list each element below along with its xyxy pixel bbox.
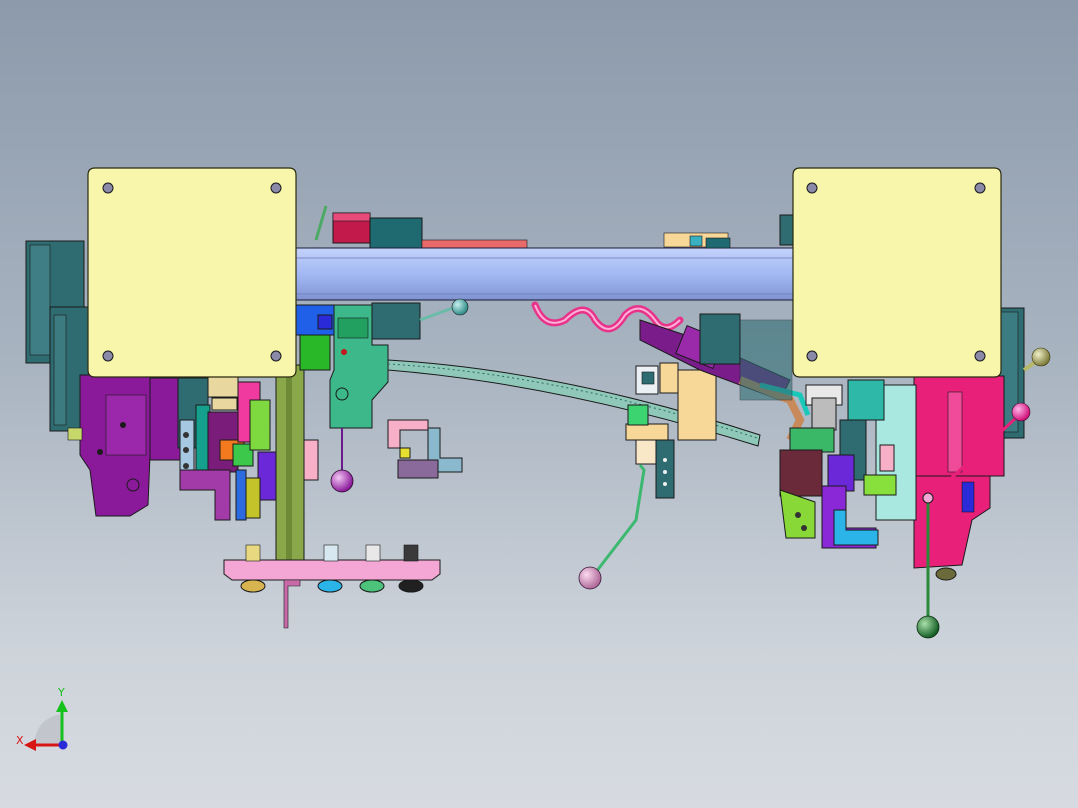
right-mounting-plate[interactable] xyxy=(792,167,1002,378)
pink-ball-handle xyxy=(578,566,602,590)
green-ball-handle xyxy=(916,615,940,639)
cad-viewport[interactable]: Y X xyxy=(0,0,1078,808)
purple-ball-handle xyxy=(330,469,354,493)
z-axis-dot xyxy=(58,740,68,750)
triad-y-label: Y xyxy=(58,686,65,699)
model-graphics[interactable] xyxy=(0,0,1078,808)
olive-ball-handle xyxy=(1031,347,1051,367)
left-mounting-plate[interactable] xyxy=(87,167,297,378)
orientation-triad[interactable] xyxy=(24,700,68,751)
magenta-ball-handle xyxy=(1011,402,1031,422)
bottom-screw-rail[interactable] xyxy=(223,544,441,629)
triad-x-label: X xyxy=(16,734,24,747)
left-vertical-column[interactable] xyxy=(275,364,319,561)
